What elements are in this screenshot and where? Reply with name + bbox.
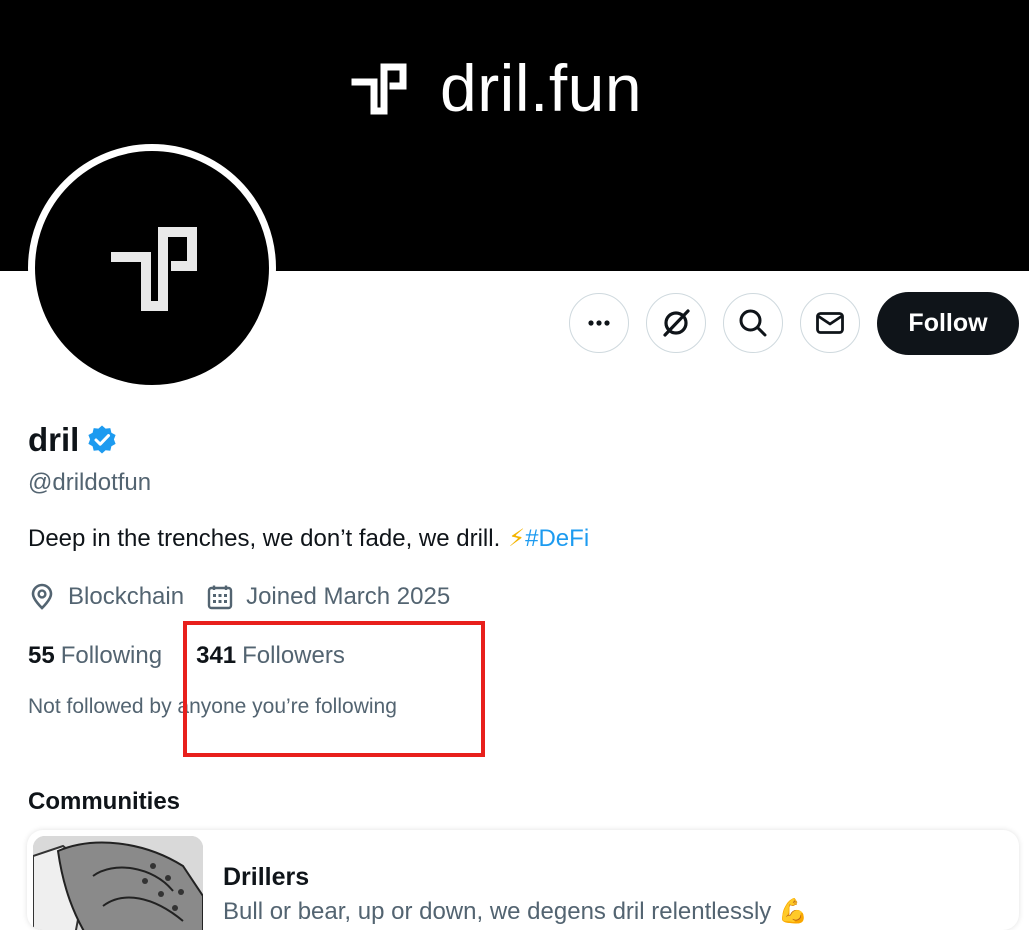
bio-text: Deep in the trenches, we don’t fade, we … (28, 525, 501, 552)
location-text: Blockchain (68, 583, 185, 610)
avatar[interactable] (28, 144, 276, 392)
follow-button[interactable]: Follow (877, 292, 1019, 355)
community-image (33, 836, 203, 930)
lightning-emoji: ⚡ (508, 525, 526, 552)
dril-logo-icon (351, 63, 407, 115)
dril-logo-icon (111, 227, 197, 311)
display-name: dril (28, 421, 80, 458)
search-button[interactable] (723, 293, 783, 353)
following-label: Following (60, 642, 163, 669)
bio: Deep in the trenches, we don’t fade, we … (28, 522, 589, 556)
following-link[interactable]: 55 Following (28, 639, 162, 673)
message-button[interactable] (800, 293, 860, 353)
grok-button[interactable] (646, 293, 706, 353)
search-icon (739, 309, 767, 337)
highlight-annotation-box (183, 621, 485, 757)
location: Blockchain (28, 580, 184, 614)
envelope-icon (816, 312, 844, 334)
grok-icon (663, 309, 690, 337)
handle: @drildotfun (28, 469, 152, 496)
community-card[interactable]: Drillers Bull or bear, up or down, we de… (27, 830, 1019, 930)
community-description: Bull or bear, up or down, we degens dril… (223, 898, 808, 925)
hashtag-link[interactable]: #DeFi (525, 525, 589, 552)
join-date-text: Joined March 2025 (246, 583, 451, 610)
more-button[interactable] (569, 293, 629, 353)
following-count: 55 (28, 642, 55, 669)
more-horizontal-icon (588, 320, 610, 326)
calendar-icon (207, 585, 233, 610)
join-date: Joined March 2025 (206, 580, 450, 614)
community-image-art (33, 836, 203, 930)
location-pin-icon (31, 583, 53, 610)
communities-heading: Communities (28, 788, 181, 815)
banner-title: dril.fun (440, 51, 643, 125)
verified-badge-icon[interactable] (86, 424, 118, 456)
community-name[interactable]: Drillers (223, 862, 309, 892)
